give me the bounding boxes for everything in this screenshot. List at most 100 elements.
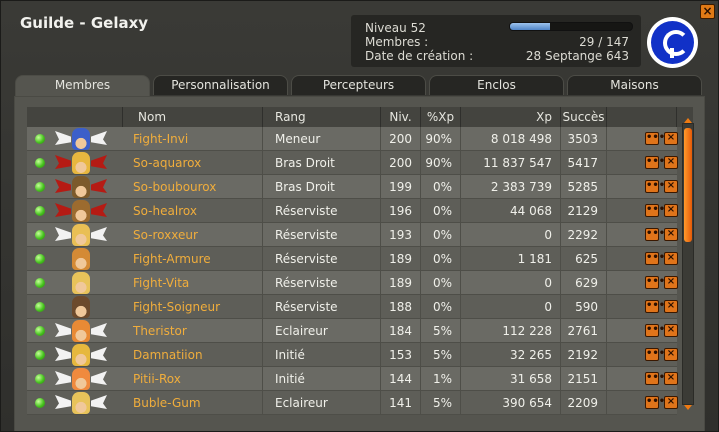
member-rank: Bras Droit xyxy=(263,151,381,175)
avatar[interactable] xyxy=(55,176,107,198)
remove-member-button[interactable]: × xyxy=(664,396,678,409)
scroll-up-icon[interactable] xyxy=(684,118,692,123)
member-xp: 0 xyxy=(461,295,561,319)
remove-member-button[interactable]: × xyxy=(664,372,678,385)
table-row[interactable]: So-boubourox Bras Droit 199 0% 2 383 739 5285… xyxy=(27,175,678,199)
member-rank: Réserviste xyxy=(263,223,381,247)
avatar[interactable] xyxy=(55,368,107,390)
member-options-button[interactable]: ••• xyxy=(645,276,665,289)
table-row[interactable]: So-roxxeur Réserviste 193 0% 0 2292 ••• × xyxy=(27,223,678,247)
avatar[interactable] xyxy=(55,344,107,366)
member-xp-pct: 0% xyxy=(421,295,461,319)
member-xp: 0 xyxy=(461,223,561,247)
remove-member-button[interactable]: × xyxy=(664,276,678,289)
scroll-thumb[interactable] xyxy=(684,128,692,242)
member-success: 2209 xyxy=(561,391,607,415)
remove-member-button[interactable]: × xyxy=(664,300,678,313)
member-name: Fight-Soigneur xyxy=(123,295,263,319)
table-row[interactable]: Fight-Soigneur Réserviste 188 0% 0 590 ••• × xyxy=(27,295,678,319)
remove-member-button[interactable]: × xyxy=(664,204,678,217)
tab-personnalisation[interactable]: Personnalisation xyxy=(153,75,288,95)
avatar[interactable] xyxy=(55,224,107,246)
member-level: 141 xyxy=(381,391,421,415)
members-table: Nom Rang Niv. %Xp Xp Succès Fight-Invi Me… xyxy=(14,96,705,431)
member-name: Fight-Vita xyxy=(123,271,263,295)
table-row[interactable]: Fight-Invi Meneur 200 90% 8 018 498 3503 ••• × xyxy=(27,127,678,151)
member-xp: 2 383 739 xyxy=(461,175,561,199)
table-row[interactable]: So-aquarox Bras Droit 200 90% 11 837 547 5417… xyxy=(27,151,678,175)
avatar[interactable] xyxy=(55,128,107,150)
tab-percepteurs[interactable]: Percepteurs xyxy=(291,75,426,95)
member-options-button[interactable]: ••• xyxy=(645,252,665,265)
member-rank: Eclaireur xyxy=(263,391,381,415)
member-success: 2129 xyxy=(561,199,607,223)
close-icon[interactable]: × xyxy=(700,4,715,19)
character-head-icon xyxy=(72,320,90,342)
member-options-button[interactable]: ••• xyxy=(645,324,665,337)
member-options-button[interactable]: ••• xyxy=(645,204,665,217)
member-xp-pct: 90% xyxy=(421,127,461,151)
wing-icon xyxy=(55,131,71,145)
member-name: So-roxxeur xyxy=(123,223,263,247)
header-level[interactable]: Niv. xyxy=(381,107,421,127)
window-title: Guilde - Gelaxy xyxy=(20,14,149,32)
online-status-icon xyxy=(35,302,45,312)
remove-member-button[interactable]: × xyxy=(664,132,678,145)
header-xp[interactable]: Xp xyxy=(461,107,561,127)
member-xp: 390 654 xyxy=(461,391,561,415)
character-head-icon xyxy=(72,296,90,318)
table-row[interactable]: Fight-Armure Réserviste 189 0% 1 181 625 ••• × xyxy=(27,247,678,271)
member-rank: Réserviste xyxy=(263,199,381,223)
table-row[interactable]: Fight-Vita Réserviste 189 0% 0 629 ••• × xyxy=(27,271,678,295)
member-rank: Meneur xyxy=(263,127,381,151)
remove-member-button[interactable]: × xyxy=(664,324,678,337)
member-options-button[interactable]: ••• xyxy=(645,300,665,313)
avatar[interactable] xyxy=(55,296,107,318)
members-label: Membres : xyxy=(365,35,429,49)
avatar[interactable] xyxy=(55,152,107,174)
member-options-button[interactable]: ••• xyxy=(645,132,665,145)
member-options-button[interactable]: ••• xyxy=(645,180,665,193)
avatar[interactable] xyxy=(55,392,107,414)
header-success[interactable]: Succès xyxy=(561,107,607,127)
member-options-button[interactable]: ••• xyxy=(645,228,665,241)
wing-icon xyxy=(91,347,107,361)
member-options-button[interactable]: ••• xyxy=(645,372,665,385)
avatar[interactable] xyxy=(55,320,107,342)
remove-member-button[interactable]: × xyxy=(664,156,678,169)
remove-member-button[interactable]: × xyxy=(664,180,678,193)
table-row[interactable]: So-healrox Réserviste 196 0% 44 068 2129 ••• × xyxy=(27,199,678,223)
table-row[interactable]: Damnatiion Initié 153 5% 32 265 2192 ••• × xyxy=(27,343,678,367)
member-level: 199 xyxy=(381,175,421,199)
member-options-button[interactable]: ••• xyxy=(645,348,665,361)
member-name: Theristor xyxy=(123,319,263,343)
remove-member-button[interactable]: × xyxy=(664,348,678,361)
scrollbar[interactable] xyxy=(682,118,694,410)
avatar[interactable] xyxy=(55,272,107,294)
member-options-button[interactable]: ••• xyxy=(645,156,665,169)
table-row[interactable]: Pitii-Rox Initié 144 1% 31 658 2151 ••• × xyxy=(27,367,678,391)
remove-member-button[interactable]: × xyxy=(664,228,678,241)
tab-enclos[interactable]: Enclos xyxy=(429,75,564,95)
member-xp-pct: 0% xyxy=(421,247,461,271)
tab-maisons[interactable]: Maisons xyxy=(567,75,702,95)
wing-icon xyxy=(91,203,107,217)
table-row[interactable]: Buble-Gum Eclaireur 141 5% 390 654 2209 ••• × xyxy=(27,391,678,415)
character-head-icon xyxy=(72,224,90,246)
avatar[interactable] xyxy=(55,200,107,222)
character-head-icon xyxy=(72,152,90,174)
guild-info-panel: Niveau 52 Membres : 29 / 147 Date de cré… xyxy=(351,15,641,67)
header-rank[interactable]: Rang xyxy=(263,107,381,127)
character-head-icon xyxy=(72,272,90,294)
member-success: 5417 xyxy=(561,151,607,175)
member-options-button[interactable]: ••• xyxy=(645,396,665,409)
online-status-icon xyxy=(35,254,45,264)
remove-member-button[interactable]: × xyxy=(664,252,678,265)
header-xp-pct[interactable]: %Xp xyxy=(421,107,461,127)
avatar[interactable] xyxy=(55,248,107,270)
table-row[interactable]: Theristor Eclaireur 184 5% 112 228 2761 ••• × xyxy=(27,319,678,343)
member-success: 5285 xyxy=(561,175,607,199)
tab-membres[interactable]: Membres xyxy=(15,75,150,97)
header-name[interactable]: Nom xyxy=(123,107,263,127)
scroll-down-icon[interactable] xyxy=(684,405,692,410)
